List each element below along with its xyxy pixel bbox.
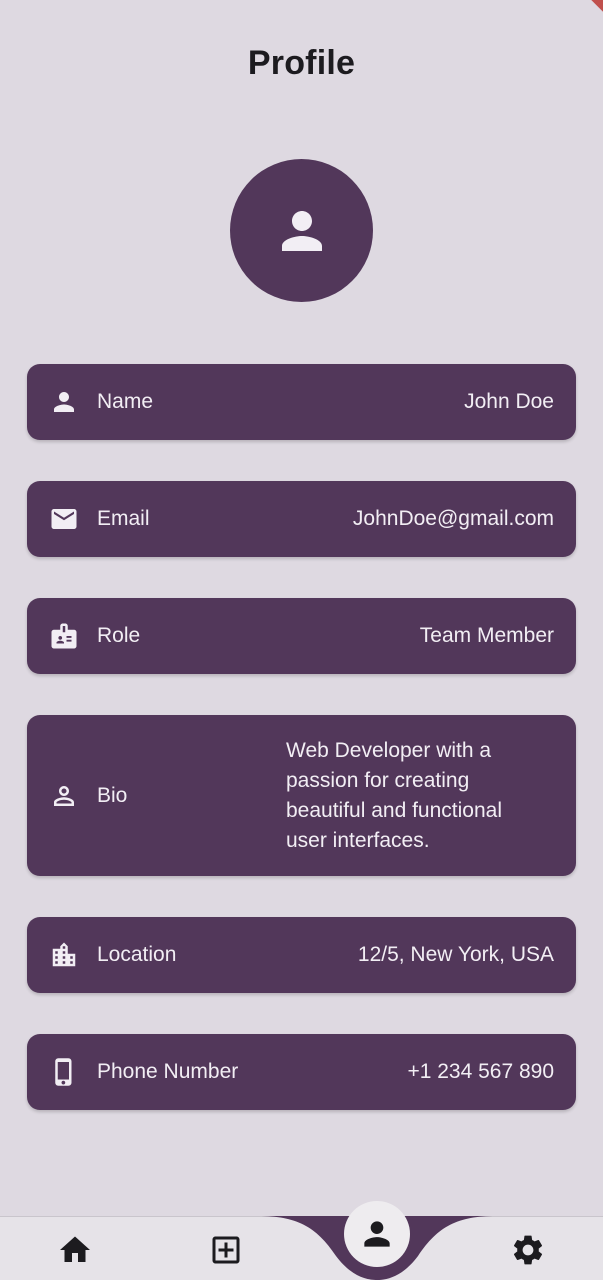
name-label: Name xyxy=(97,390,154,413)
nav-profile[interactable] xyxy=(344,1201,410,1267)
email-icon xyxy=(49,504,79,534)
page-title: Profile xyxy=(247,44,356,82)
role-value: Team Member xyxy=(419,624,554,647)
home-icon xyxy=(60,1236,90,1262)
phone-value: +1 234 567 890 xyxy=(407,1060,554,1083)
person-icon xyxy=(364,1221,390,1247)
bio-value: Web Developer with a passion for creatin… xyxy=(286,738,502,852)
location-label: Location xyxy=(97,943,177,966)
bio-label: Bio xyxy=(97,783,128,807)
name-value: John Doe xyxy=(464,390,554,413)
email-value: JohnDoe@gmail.com xyxy=(352,507,554,530)
person-outline-icon xyxy=(49,781,79,811)
nav-home[interactable] xyxy=(56,1231,94,1269)
nav-settings[interactable] xyxy=(509,1231,547,1269)
add-box-icon xyxy=(212,1236,240,1264)
email-card[interactable]: Email JohnDoe@gmail.com xyxy=(27,481,576,557)
avatar[interactable] xyxy=(230,159,373,302)
person-icon xyxy=(49,387,79,417)
phone-label: Phone Number xyxy=(97,1060,239,1083)
name-card[interactable]: Name John Doe xyxy=(27,364,576,440)
email-label: Email xyxy=(97,507,150,530)
badge-icon xyxy=(49,621,79,651)
role-label: Role xyxy=(97,624,141,647)
role-card[interactable]: Role Team Member xyxy=(27,598,576,674)
phone-card[interactable]: Phone Number +1 234 567 890 xyxy=(27,1034,576,1110)
building-icon xyxy=(49,940,79,970)
settings-icon xyxy=(513,1235,543,1265)
nav-add[interactable] xyxy=(207,1231,245,1269)
location-value: 12/5, New York, USA xyxy=(357,943,554,966)
debug-banner xyxy=(573,0,603,30)
person-icon xyxy=(281,210,322,251)
bio-card[interactable]: Bio Web Developer with a passion for cre… xyxy=(27,715,576,876)
location-card[interactable]: Location 12/5, New York, USA xyxy=(27,917,576,993)
phone-icon xyxy=(49,1057,79,1087)
